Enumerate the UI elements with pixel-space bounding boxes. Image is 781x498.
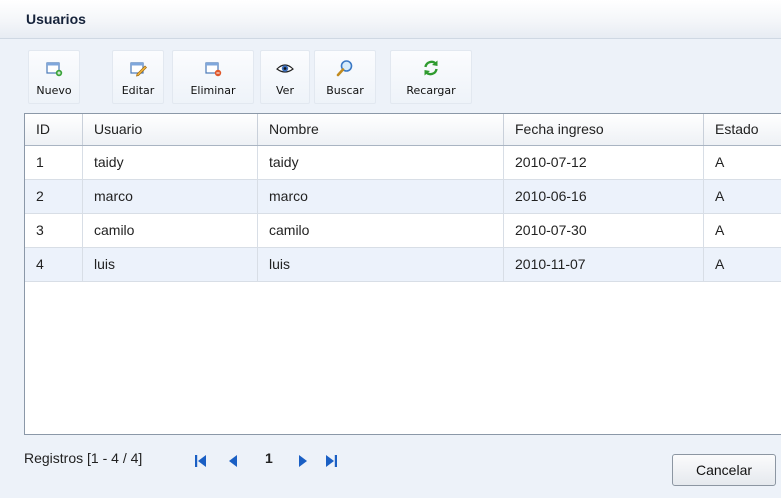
record-range-text: Registros [1 - 4 / 4] bbox=[24, 450, 143, 466]
refresh-icon bbox=[424, 60, 438, 76]
search-button[interactable]: Buscar bbox=[314, 50, 376, 104]
view-button-label: Ver bbox=[276, 84, 294, 97]
edit-button-label: Editar bbox=[121, 84, 155, 97]
search-button-label: Buscar bbox=[326, 84, 364, 97]
toolbar: Nuevo Editar Eliminar Ver Buscar Recarga… bbox=[24, 50, 474, 104]
delete-button-label: Eliminar bbox=[190, 84, 236, 97]
cell-date: 2010-07-12 bbox=[504, 146, 704, 179]
table-row[interactable]: 2 marco marco 2010-06-16 A bbox=[25, 180, 781, 214]
eye-icon bbox=[276, 64, 294, 73]
reload-button-label: Recargar bbox=[406, 84, 456, 97]
cell-status: A bbox=[704, 180, 781, 213]
column-header-user[interactable]: Usuario bbox=[83, 114, 258, 145]
magnifier-icon bbox=[336, 60, 353, 77]
users-table: ID Usuario Nombre Fecha ingreso Estado 1… bbox=[24, 113, 781, 435]
table-header: ID Usuario Nombre Fecha ingreso Estado bbox=[25, 114, 781, 146]
cancel-button[interactable]: Cancelar bbox=[672, 454, 776, 486]
delete-window-icon bbox=[205, 62, 222, 77]
table-row[interactable]: 4 luis luis 2010-11-07 A bbox=[25, 248, 781, 282]
cell-id: 4 bbox=[25, 248, 83, 281]
cell-status: A bbox=[704, 248, 781, 281]
cell-user: marco bbox=[83, 180, 258, 213]
reload-button[interactable]: Recargar bbox=[390, 50, 472, 104]
cell-user: taidy bbox=[83, 146, 258, 179]
column-header-id[interactable]: ID bbox=[25, 114, 83, 145]
cell-name: luis bbox=[258, 248, 504, 281]
edit-button[interactable]: Editar bbox=[112, 50, 164, 104]
new-button-label: Nuevo bbox=[36, 84, 72, 97]
edit-pencil-icon bbox=[130, 62, 147, 77]
cell-name: marco bbox=[258, 180, 504, 213]
column-header-date[interactable]: Fecha ingreso bbox=[504, 114, 704, 145]
current-page-number: 1 bbox=[265, 450, 273, 466]
cell-date: 2010-11-07 bbox=[504, 248, 704, 281]
column-header-name[interactable]: Nombre bbox=[258, 114, 504, 145]
column-header-status[interactable]: Estado bbox=[704, 114, 781, 145]
previous-page-icon[interactable] bbox=[226, 454, 240, 468]
cell-date: 2010-06-16 bbox=[504, 180, 704, 213]
table-row[interactable]: 1 taidy taidy 2010-07-12 A bbox=[25, 146, 781, 180]
first-page-icon[interactable] bbox=[194, 454, 208, 468]
cell-user: camilo bbox=[83, 214, 258, 247]
new-button[interactable]: Nuevo bbox=[28, 50, 80, 104]
view-button[interactable]: Ver bbox=[260, 50, 310, 104]
cell-status: A bbox=[704, 146, 781, 179]
cell-status: A bbox=[704, 214, 781, 247]
cell-id: 3 bbox=[25, 214, 83, 247]
cell-id: 1 bbox=[25, 146, 83, 179]
next-page-icon[interactable] bbox=[296, 454, 310, 468]
cell-date: 2010-07-30 bbox=[504, 214, 704, 247]
cell-id: 2 bbox=[25, 180, 83, 213]
cell-name: camilo bbox=[258, 214, 504, 247]
window-title: Usuarios bbox=[26, 11, 86, 27]
pagination: Registros [1 - 4 / 4] 1 bbox=[24, 446, 404, 470]
table-row[interactable]: 3 camilo camilo 2010-07-30 A bbox=[25, 214, 781, 248]
delete-button[interactable]: Eliminar bbox=[172, 50, 254, 104]
cell-name: taidy bbox=[258, 146, 504, 179]
last-page-icon[interactable] bbox=[324, 454, 338, 468]
new-window-icon bbox=[46, 62, 63, 77]
cell-user: luis bbox=[83, 248, 258, 281]
window-header: Usuarios bbox=[0, 0, 781, 39]
